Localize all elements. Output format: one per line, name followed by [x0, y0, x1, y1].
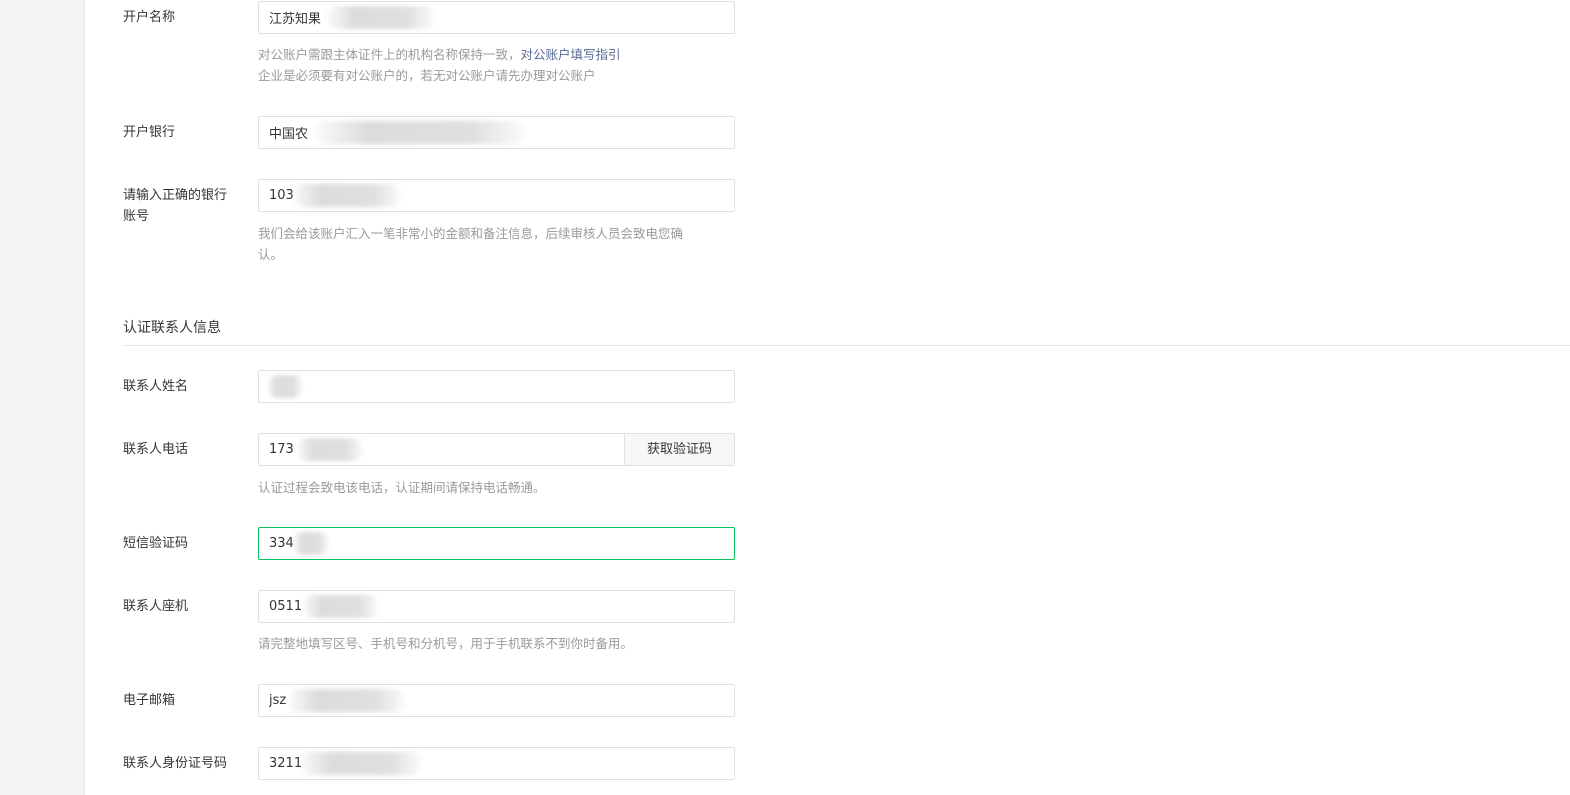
bank-account-label: 请输入正确的银行 账号: [123, 185, 243, 227]
account-name-tip-text: 对公账户需跟主体证件上的机构名称保持一致，: [258, 47, 521, 62]
bank-field[interactable]: [258, 116, 735, 149]
email-label: 电子邮箱: [123, 693, 176, 708]
redaction-blur: [301, 752, 421, 775]
form-content: 开户名称 对公账户需跟主体证件上的机构名称保持一致，对公账户填写指引 企业是必须…: [84, 0, 1570, 795]
bank-account-tip-line2: 认。: [258, 247, 284, 262]
bank-account-label-line2: 账号: [123, 209, 150, 224]
get-code-button[interactable]: 获取验证码: [624, 434, 734, 465]
landline-field[interactable]: [258, 590, 735, 623]
contact-name-label: 联系人姓名: [123, 379, 189, 394]
contact-name-field[interactable]: [258, 370, 735, 403]
account-name-tip: 对公账户需跟主体证件上的机构名称保持一致，对公账户填写指引 企业是必须要有对公账…: [258, 44, 728, 86]
contact-phone-field[interactable]: 获取验证码: [258, 433, 735, 466]
id-number-label: 联系人身份证号码: [123, 756, 228, 771]
redaction-blur: [315, 121, 525, 144]
redaction-blur: [293, 532, 329, 555]
redaction-blur: [327, 6, 435, 29]
landline-label: 联系人座机: [123, 599, 189, 614]
redaction-blur: [297, 438, 363, 461]
account-required-tip: 企业是必须要有对公账户的，若无对公账户请先办理对公账户: [258, 68, 596, 83]
account-name-label: 开户名称: [123, 10, 176, 25]
redaction-blur: [289, 689, 405, 712]
email-field[interactable]: [258, 684, 735, 717]
contact-phone-tip: 认证过程会致电该电话，认证期间请保持电话畅通。: [258, 480, 546, 495]
section-divider: [123, 345, 1570, 346]
bank-account-tip: 我们会给该账户汇入一笔非常小的金额和备注信息，后续审核人员会致电您确 认。: [258, 223, 728, 265]
bank-account-tip-line1: 我们会给该账户汇入一笔非常小的金额和备注信息，后续审核人员会致电您确: [258, 226, 684, 241]
contact-phone-label: 联系人电话: [123, 442, 189, 457]
redaction-blur: [303, 595, 379, 618]
account-guide-link[interactable]: 对公账户填写指引: [521, 47, 621, 62]
left-sidebar: [0, 0, 85, 795]
bank-account-label-line1: 请输入正确的银行: [123, 188, 228, 203]
sms-code-input[interactable]: [259, 528, 734, 559]
redaction-blur: [267, 375, 303, 398]
sms-code-label: 短信验证码: [123, 536, 189, 551]
sms-code-field[interactable]: [258, 527, 735, 560]
account-name-field[interactable]: [258, 1, 735, 34]
bank-label: 开户银行: [123, 125, 176, 140]
id-number-field[interactable]: [258, 747, 735, 780]
landline-tip: 请完整地填写区号、手机号和分机号，用于手机联系不到你时备用。: [258, 636, 634, 651]
contact-name-input[interactable]: [259, 371, 734, 402]
bank-account-field[interactable]: [258, 179, 735, 212]
contact-section-title: 认证联系人信息: [123, 320, 221, 336]
redaction-blur: [293, 184, 401, 207]
